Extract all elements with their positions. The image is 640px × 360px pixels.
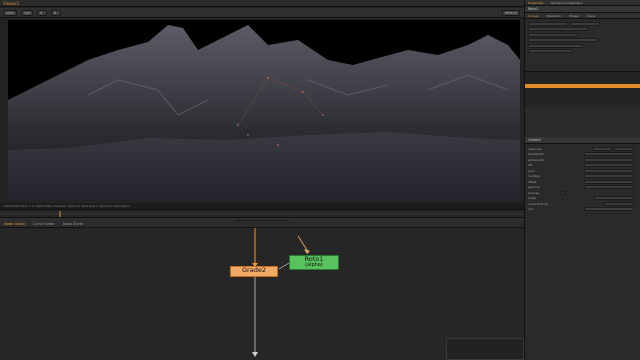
grade-label: lift [528,163,532,168]
roto-row [525,49,640,55]
grade-row-mix: mix [525,207,640,213]
grade-node[interactable]: Grade2 [230,266,278,277]
grade-label: reverse [528,190,540,195]
grade-slider[interactable] [584,179,634,184]
tab-shape[interactable]: Shape [569,13,578,18]
layer-row-selected[interactable] [525,84,640,88]
viewer-canvas[interactable] [8,20,520,202]
grade-label: channels [528,146,542,151]
tab-clone[interactable]: Clone [587,13,596,18]
grade-label: mix [528,207,534,212]
grade-slider[interactable] [584,157,634,162]
grade-field[interactable] [592,146,612,151]
viewer-toolbar: rgba rgb A B default [0,8,524,18]
roto-field[interactable] [528,38,598,43]
grade-slider[interactable] [584,185,634,190]
grade-node-label: Grade2 [242,266,266,274]
grade-label: multiply [528,174,541,179]
display-select[interactable]: rgb [20,9,33,16]
channel-select[interactable]: rgba [3,9,17,16]
viewer-tabbar: Viewer1 [0,0,524,7]
roto-field[interactable] [528,43,583,48]
grade-field[interactable] [614,146,634,151]
tab-curves[interactable]: Curves [528,13,538,18]
grade-label: gain [528,168,535,173]
input-b-select[interactable]: B [50,9,61,16]
grade-controls: channels blackpoint whitepoint lift gain… [525,144,640,212]
mix-slider[interactable] [584,207,634,212]
grade-label: unpremult by [528,201,549,206]
properties-empty-space [525,107,640,137]
reverse-checkbox[interactable] [561,190,566,195]
grade-slider[interactable] [584,174,634,179]
grade-label: blackpoint [528,152,544,157]
roto-field[interactable] [528,21,568,26]
unpremult-select[interactable] [604,201,634,206]
tab-properties[interactable]: Properties [528,0,543,5]
roto-field[interactable] [528,49,573,54]
layer-list[interactable] [525,71,640,107]
roto-node-sublabel: (alpha) [305,262,323,268]
roto-field[interactable] [528,32,578,37]
grade-label: mask [528,196,537,201]
roto-field[interactable] [528,27,588,32]
tab-background-renders[interactable]: Background Renders [551,0,582,5]
roto-controls [525,19,640,71]
properties-panel: Properties Background Renders Roto1 Curv… [524,0,640,360]
tab-transform[interactable]: Transform [546,13,561,18]
grade-panel-header[interactable]: Grade2 [525,137,640,144]
roto-field[interactable] [570,21,600,26]
node-graph-minimap[interactable] [446,338,524,360]
mountain-image [8,20,520,202]
grade-label: whitepoint [528,157,544,162]
grade-label: offset [528,179,537,184]
timeline[interactable] [0,209,524,217]
viewer-tab[interactable]: Viewer1 [3,1,19,6]
input-a-select[interactable]: A [36,9,47,16]
grade-label: gamma [528,185,540,190]
grade-slider[interactable] [584,168,634,173]
roto-node[interactable]: Roto1 (alpha) [289,255,339,270]
grade-slider[interactable] [584,152,634,157]
lut-select[interactable]: default [501,9,520,16]
grade-slider[interactable] [584,163,634,168]
roto-panel-header[interactable]: Roto1 [525,6,640,13]
mask-select[interactable] [594,196,634,201]
